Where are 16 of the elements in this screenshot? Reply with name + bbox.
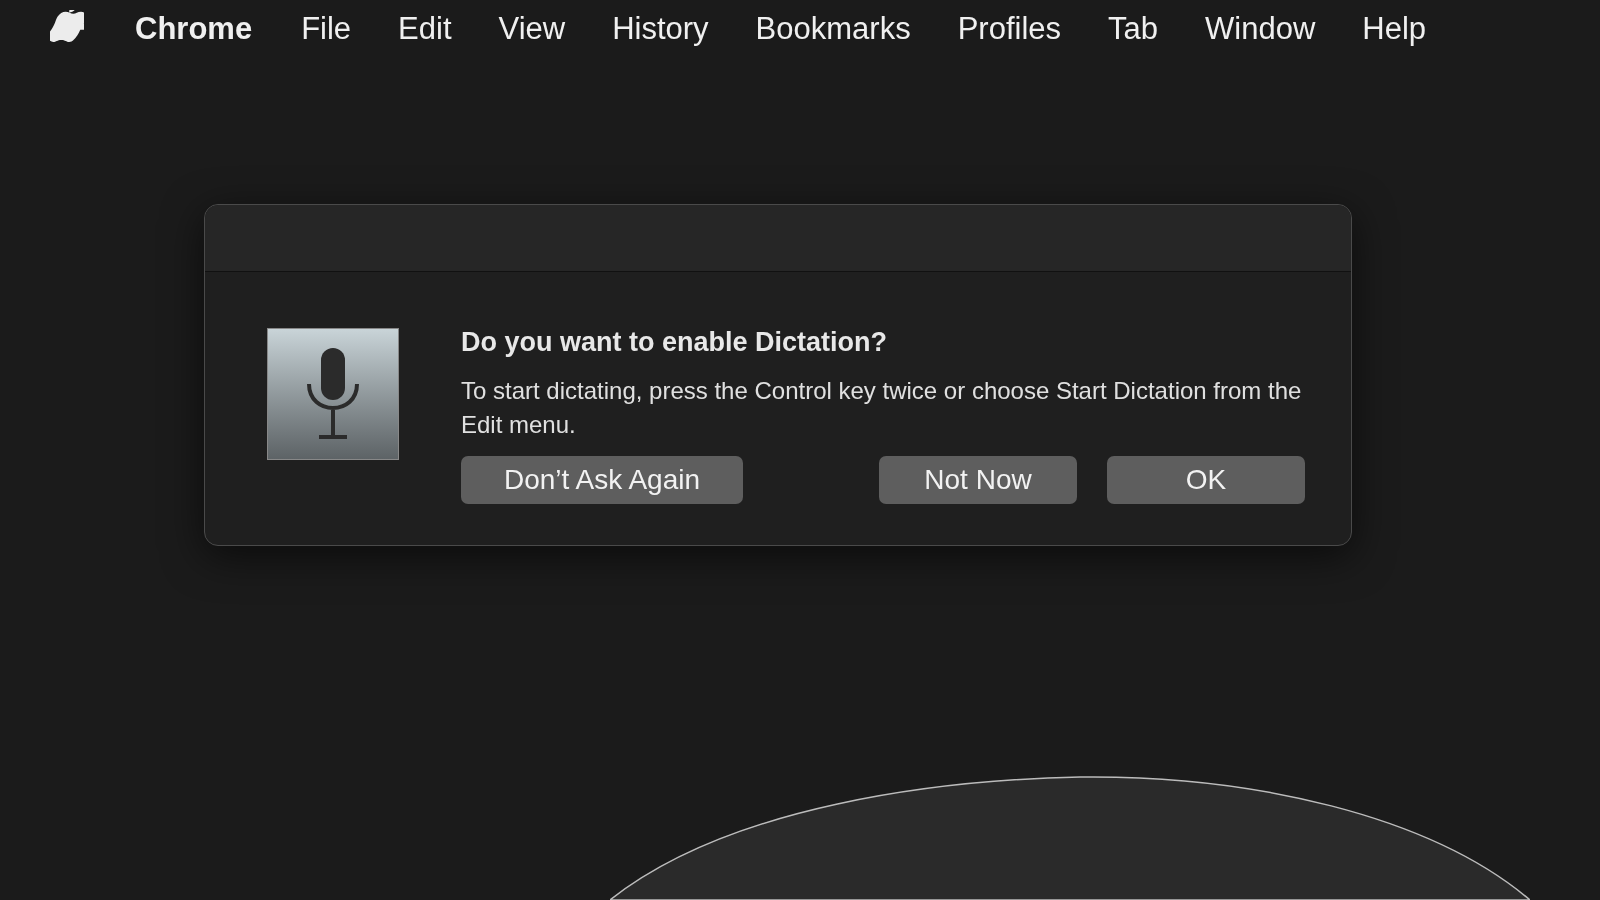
- menu-item[interactable]: Bookmarks: [755, 5, 911, 53]
- microphone-icon: [267, 328, 399, 460]
- dialog-title: Do you want to enable Dictation?: [461, 326, 888, 359]
- app-menu[interactable]: Chrome: [135, 5, 253, 53]
- menu-item[interactable]: Window: [1205, 5, 1316, 53]
- menu-item[interactable]: History: [612, 5, 709, 53]
- menu-item[interactable]: File: [301, 5, 352, 53]
- ok-button[interactable]: OK: [1107, 456, 1305, 504]
- menu-item[interactable]: Edit: [398, 5, 452, 53]
- menu-item[interactable]: Tab: [1108, 5, 1158, 53]
- menu-item[interactable]: Help: [1362, 5, 1427, 53]
- not-now-button[interactable]: Not Now: [879, 456, 1077, 504]
- dialog-message: To start dictating, press the Control key twice or choose Start Dictation from the Edit menu.: [461, 376, 1303, 440]
- menu-item[interactable]: Profiles: [957, 5, 1062, 53]
- dont-ask-again-button[interactable]: Don’t Ask Again: [461, 456, 743, 504]
- menu-item[interactable]: View: [498, 5, 566, 53]
